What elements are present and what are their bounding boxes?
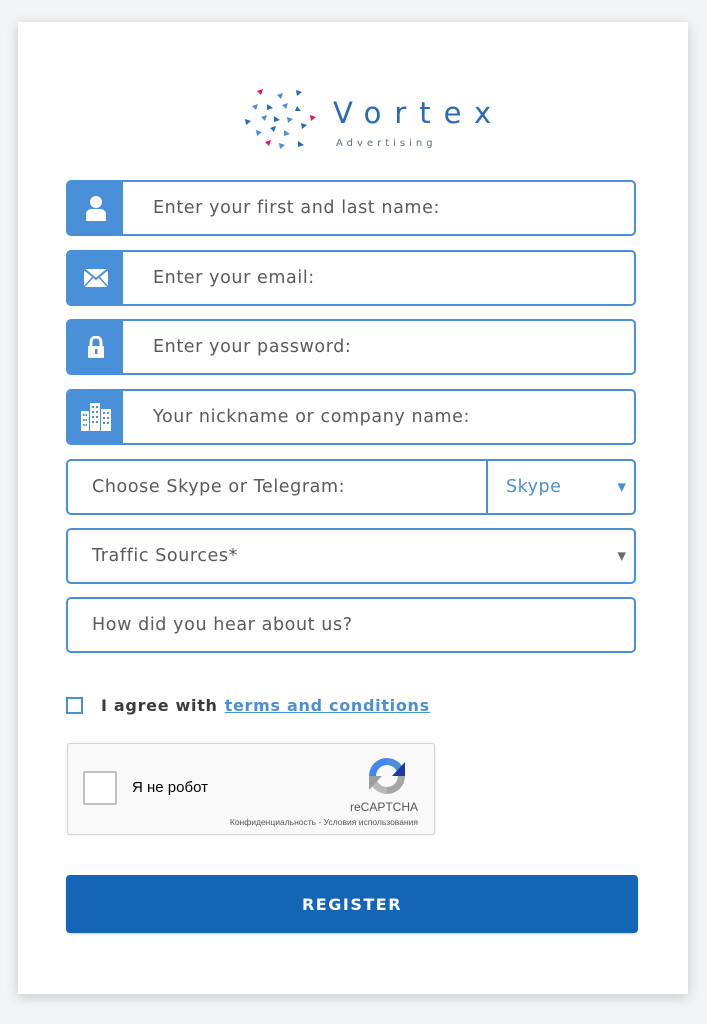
recaptcha-widget: Я не робот reCAPTCHA Конфиденциальность … bbox=[67, 743, 435, 835]
lock-icon bbox=[68, 321, 123, 373]
envelope-icon bbox=[68, 252, 123, 304]
traffic-sources-select[interactable]: Traffic Sources* ▼ bbox=[66, 528, 636, 584]
messenger-field[interactable]: Choose Skype or Telegram: Skype ▼ bbox=[66, 459, 636, 515]
nickname-field[interactable]: Your nickname or company name: bbox=[66, 389, 636, 445]
terms-row: I agree with terms and conditions bbox=[66, 693, 430, 717]
name-placeholder: Enter your first and last name: bbox=[153, 198, 440, 218]
email-field[interactable]: Enter your email: bbox=[66, 250, 636, 306]
referral-placeholder: How did you hear about us? bbox=[92, 615, 353, 635]
terms-checkbox[interactable] bbox=[66, 696, 83, 714]
recaptcha-links[interactable]: Конфиденциальность - Условия использован… bbox=[230, 817, 418, 827]
logo-triangles-icon bbox=[245, 89, 316, 149]
nickname-placeholder: Your nickname or company name: bbox=[153, 407, 471, 427]
brand-tagline: Advertising bbox=[336, 138, 437, 149]
messenger-select[interactable]: Skype ▼ bbox=[488, 461, 634, 513]
chevron-down-icon: ▼ bbox=[617, 480, 626, 494]
user-icon bbox=[68, 182, 123, 234]
email-placeholder: Enter your email: bbox=[153, 268, 315, 288]
recaptcha-icon bbox=[369, 758, 405, 794]
password-placeholder: Enter your password: bbox=[153, 337, 352, 357]
terms-link[interactable]: terms and conditions bbox=[225, 696, 430, 715]
chevron-down-icon: ▼ bbox=[617, 549, 626, 563]
register-button[interactable]: REGISTER bbox=[66, 875, 638, 933]
registration-card: Vortex Advertising Enter your first and … bbox=[18, 22, 688, 994]
recaptcha-brand: reCAPTCHA bbox=[349, 800, 418, 814]
recaptcha-label: Я не робот bbox=[132, 779, 208, 796]
vortex-logo: Vortex Advertising bbox=[243, 86, 513, 158]
recaptcha-checkbox[interactable] bbox=[83, 771, 117, 805]
traffic-sources-placeholder: Traffic Sources* bbox=[92, 546, 238, 566]
name-field[interactable]: Enter your first and last name: bbox=[66, 180, 636, 236]
brand-name: Vortex bbox=[333, 96, 505, 130]
messenger-selected-value: Skype bbox=[506, 477, 562, 497]
buildings-icon bbox=[68, 391, 123, 443]
messenger-placeholder: Choose Skype or Telegram: bbox=[92, 477, 346, 497]
terms-label: I agree with bbox=[101, 695, 218, 715]
referral-field[interactable]: How did you hear about us? bbox=[66, 597, 636, 653]
password-field[interactable]: Enter your password: bbox=[66, 319, 636, 375]
